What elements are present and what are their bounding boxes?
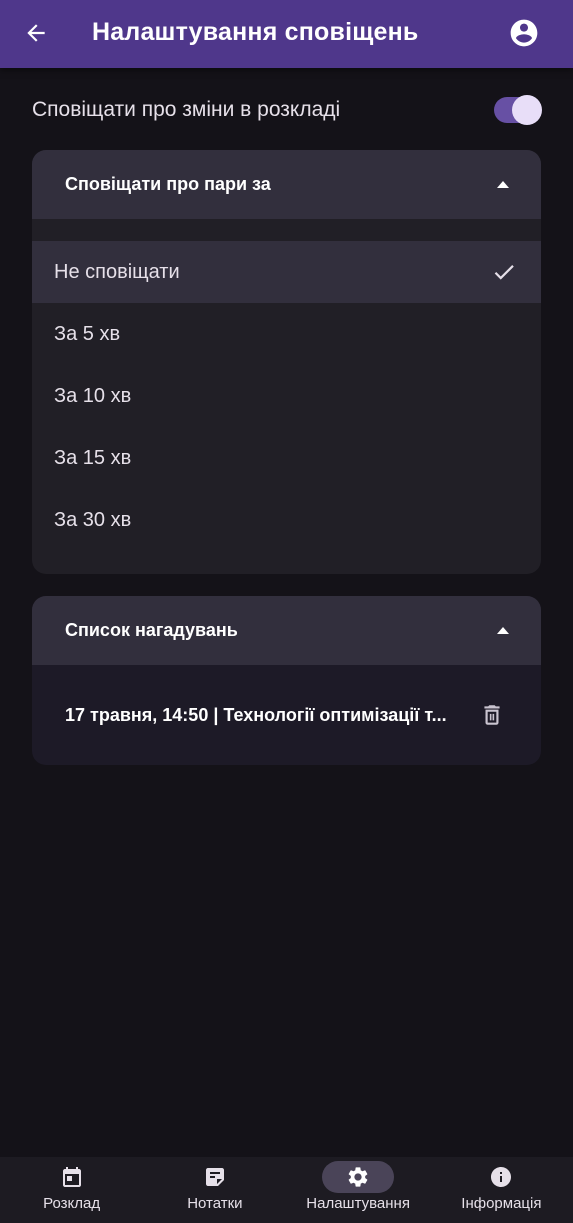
reminders-card: Список нагадувань 17 травня, 14:50 | Тех… [32,596,541,765]
calendar-icon [62,1167,81,1187]
info-icon [491,1167,512,1187]
schedule-changes-switch[interactable] [494,95,542,125]
lesson-notify-title: Сповіщати про пари за [65,174,271,194]
bottom-navigation: Розклад Нотатки Налаштування Інформація [0,1157,573,1223]
switch-thumb [512,95,542,125]
nav-info[interactable]: Інформація [430,1157,573,1223]
back-button[interactable] [20,17,52,49]
check-icon [491,259,517,285]
option-label: За 30 хв [54,508,132,531]
delete-reminder-button[interactable] [479,702,505,728]
nav-settings[interactable]: Налаштування [287,1157,430,1223]
reminder-text: 17 травня, 14:50 | Технології оптимізаці… [65,704,447,725]
nav-label: Інформація [461,1195,542,1212]
option-label: За 10 хв [54,384,132,407]
nav-label: Нотатки [187,1195,243,1212]
arrow-back-icon [27,24,45,42]
schedule-changes-row: Сповіщати про зміни в розкладі [32,90,542,130]
trash-icon [484,705,500,725]
option-no-notify[interactable]: Не сповіщати [32,241,541,303]
nav-notes[interactable]: Нотатки [143,1157,286,1223]
reminders-header[interactable]: Список нагадувань [32,596,541,665]
app-screen: Налаштування сповіщень Сповіщати про змі… [0,0,573,1223]
nav-icon-container [322,1161,395,1193]
caret-up-icon [497,181,509,188]
nav-label: Налаштування [306,1195,410,1212]
account-circle-icon [510,19,538,47]
option-label: За 15 хв [54,446,132,469]
nav-icon-container [36,1161,108,1193]
option-label: За 5 хв [54,322,121,345]
reminders-title: Список нагадувань [65,620,238,640]
caret-up-icon [497,627,509,634]
lesson-notify-options: Не сповіщати За 5 хв За 10 хв За 15 хв З… [32,241,541,551]
lesson-notify-header[interactable]: Сповіщати про пари за [32,150,541,219]
nav-icon-container [465,1161,537,1193]
nav-label: Розклад [43,1195,101,1212]
top-app-bar: Налаштування сповіщень [0,0,573,68]
schedule-changes-label: Сповіщати про зміни в розкладі [32,98,341,121]
option-label: Не сповіщати [54,260,180,283]
account-button[interactable] [506,15,542,51]
option-10-min[interactable]: За 10 хв [32,365,541,427]
option-5-min[interactable]: За 5 хв [32,303,541,365]
option-30-min[interactable]: За 30 хв [32,489,541,551]
page-title: Налаштування сповіщень [92,18,419,46]
gear-icon [348,1167,368,1187]
lesson-notify-card: Сповіщати про пари за Не сповіщати За 5 … [32,150,541,574]
option-15-min[interactable]: За 15 хв [32,427,541,489]
nav-schedule[interactable]: Розклад [0,1157,143,1223]
nav-icon-container [179,1161,251,1193]
reminder-item: 17 травня, 14:50 | Технології оптимізаці… [32,665,541,765]
notes-icon [205,1168,224,1186]
